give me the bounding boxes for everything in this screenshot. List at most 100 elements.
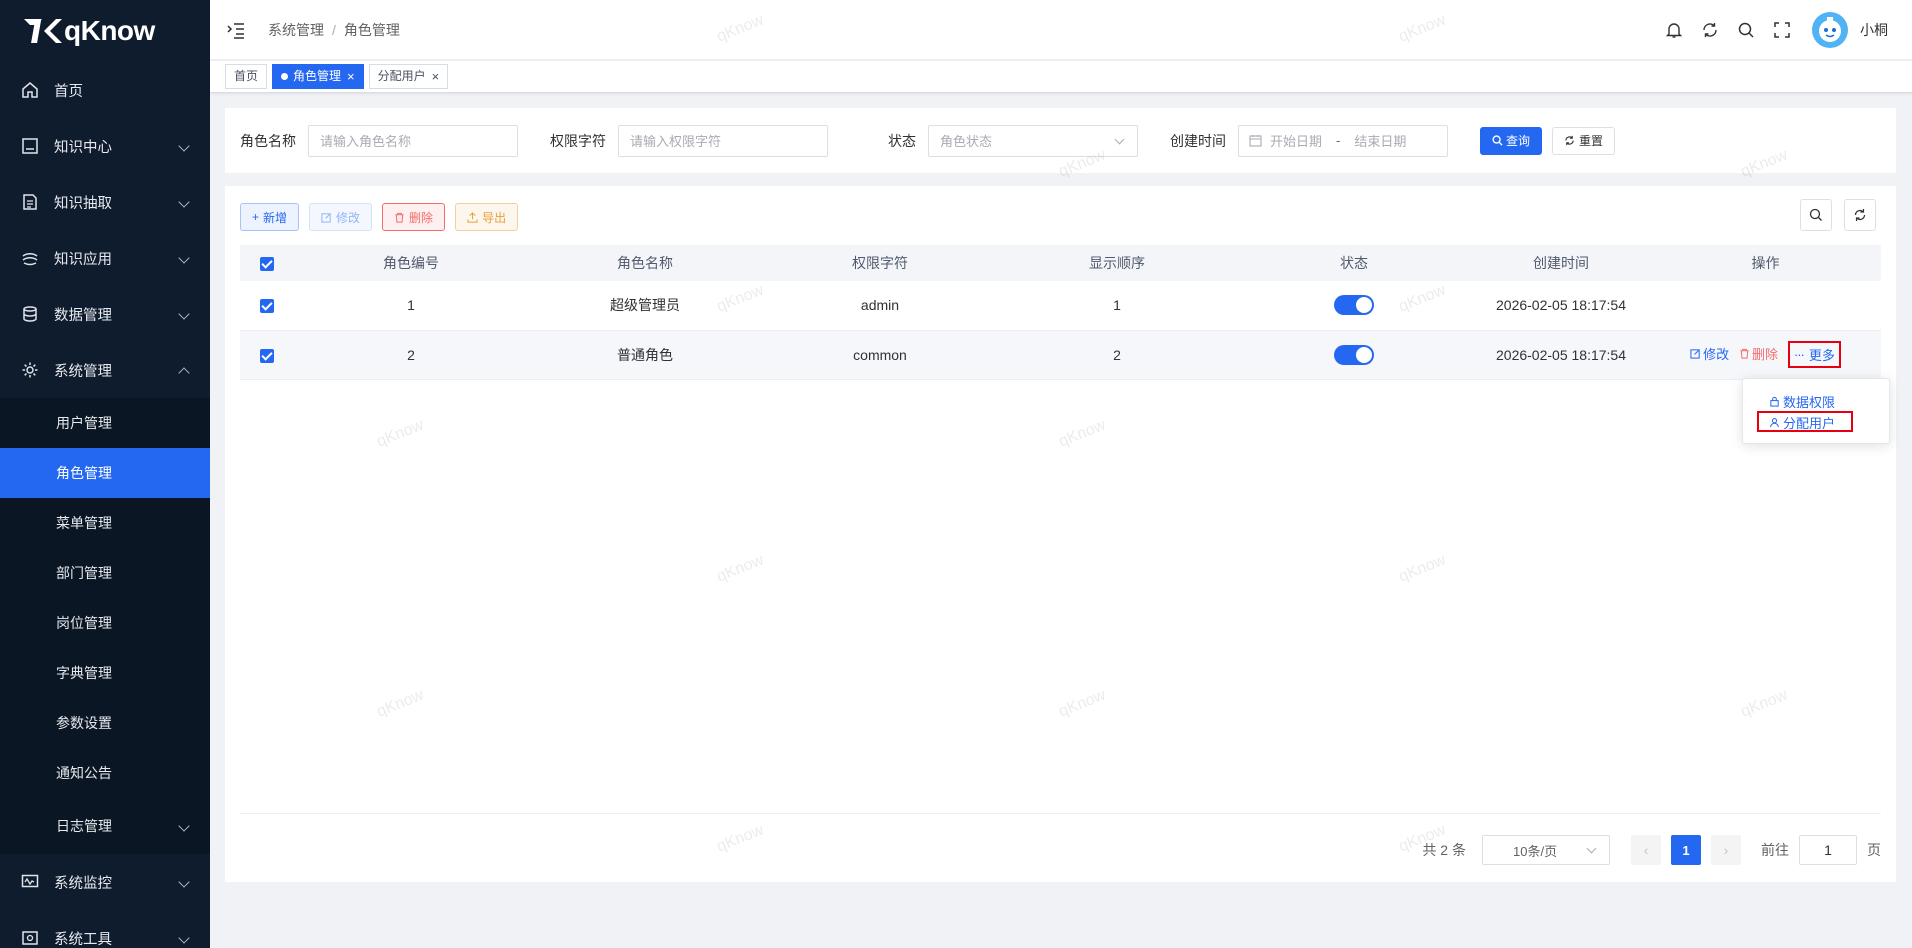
edit-icon <box>321 212 331 223</box>
status-select[interactable]: 角色状态 <box>928 124 1138 157</box>
query-button[interactable]: 查询 <box>1480 126 1543 155</box>
sidebar-item-label: 数据管理 <box>54 307 112 324</box>
created-time-cell: 2026-02-05 18:17:54 <box>1496 297 1626 314</box>
sidebar-item-dict-management[interactable]: 字典管理 <box>0 648 210 698</box>
page-unit-label: 页 <box>1867 842 1881 858</box>
sidebar-item-system-monitor[interactable]: 系统监控 <box>0 854 210 910</box>
button-label: 导出 <box>482 210 507 225</box>
sidebar-item-log-management[interactable]: 日志管理 <box>0 798 210 854</box>
row-more-button[interactable]: ··· 更多 <box>1787 341 1841 368</box>
date-range-picker[interactable]: 开始日期 - 结束日期 <box>1238 124 1448 157</box>
sidebar-item-label: 用户管理 <box>56 415 112 431</box>
table-right-tools <box>1788 199 1876 231</box>
sidebar-item-notice[interactable]: 通知公告 <box>0 748 210 798</box>
role-id-cell: 2 <box>407 346 415 363</box>
goto-page-input[interactable]: 1 <box>1799 835 1857 865</box>
actions-cell <box>1650 281 1881 330</box>
chevron-down-icon <box>178 932 190 944</box>
tag-assign-user[interactable]: 分配用户 × <box>368 64 449 89</box>
row-edit-button[interactable]: 修改 <box>1690 344 1729 363</box>
input-placeholder: 请输入权限字符 <box>630 134 722 149</box>
close-icon[interactable]: × <box>347 65 355 88</box>
sidebar-item-params[interactable]: 参数设置 <box>0 698 210 748</box>
breadcrumb-item[interactable]: 系统管理 <box>268 22 324 38</box>
next-page-button[interactable]: › <box>1711 835 1741 865</box>
chevron-down-icon <box>178 196 190 208</box>
perm-key-input[interactable]: 请输入权限字符 <box>618 124 828 157</box>
end-date-placeholder: 结束日期 <box>1354 134 1407 149</box>
sidebar-item-data-management[interactable]: 数据管理 <box>0 286 210 342</box>
delete-button[interactable]: 删除 <box>382 203 446 231</box>
username[interactable]: 小桐 <box>1860 20 1888 40</box>
role-name-input[interactable]: 请输入角色名称 <box>308 124 518 157</box>
actions-cell: 修改 删除 ··· 更多 <box>1650 330 1881 379</box>
select-all-checkbox[interactable] <box>260 257 274 272</box>
sidebar-toggle-icon[interactable] <box>226 20 246 40</box>
header-checkbox-cell <box>240 245 294 281</box>
sidebar-item-post-management[interactable]: 岗位管理 <box>0 598 210 648</box>
page-number-button[interactable]: 1 <box>1671 835 1701 865</box>
sidebar-item-knowledge-center[interactable]: 知识中心 <box>0 118 210 174</box>
checkbox-cell <box>240 281 294 330</box>
role-order-cell: 1 <box>1113 297 1121 314</box>
chevron-down-icon <box>1114 134 1125 144</box>
reset-button[interactable]: 重置 <box>1552 126 1616 155</box>
divider <box>240 813 1881 814</box>
system-submenu: 用户管理 角色管理 菜单管理 部门管理 岗位管理 字典管理 参数设置 通知公告 … <box>0 398 210 854</box>
sidebar-item-home[interactable]: 首页 <box>0 62 210 118</box>
monitor-icon <box>20 872 40 892</box>
edit-button[interactable]: 修改 <box>309 203 373 231</box>
role-key-cell: admin <box>860 297 900 314</box>
app-name: qKnow <box>64 15 155 46</box>
sidebar-item-menu-management[interactable]: 菜单管理 <box>0 498 210 548</box>
refresh-table-button[interactable] <box>1844 199 1876 231</box>
calendar-icon <box>1249 134 1262 147</box>
header-actions: 小桐 <box>1648 0 1888 60</box>
sidebar-item-label: 知识应用 <box>54 251 112 268</box>
add-button[interactable]: + 新增 <box>240 203 300 231</box>
more-actions-dropdown: 数据权限 分配用户 <box>1742 378 1890 444</box>
role-id-cell: 1 <box>407 297 415 314</box>
toggle-search-button[interactable] <box>1800 199 1832 231</box>
row-checkbox[interactable] <box>260 299 274 314</box>
checkbox-cell <box>240 330 294 379</box>
trash-icon <box>395 212 404 223</box>
app-logo[interactable]: qKnow <box>0 0 210 62</box>
bell-icon[interactable] <box>1664 20 1684 40</box>
prev-page-button[interactable]: ‹ <box>1631 835 1661 865</box>
button-label: 删除 <box>409 210 434 225</box>
status-switch[interactable] <box>1334 295 1374 316</box>
export-button[interactable]: 导出 <box>455 203 519 231</box>
avatar[interactable] <box>1812 12 1848 48</box>
dropdown-item-data-scope[interactable]: 数据权限 <box>1769 392 1835 411</box>
top-navbar: 系统管理 / 角色管理 小桐 <box>210 0 1912 60</box>
row-checkbox[interactable] <box>260 348 274 363</box>
sidebar-item-role-management[interactable]: 角色管理 <box>0 448 210 498</box>
sidebar-item-system-tools[interactable]: 系统工具 <box>0 910 210 948</box>
chevron-down-icon <box>178 252 190 264</box>
refresh-icon[interactable] <box>1700 20 1720 40</box>
dropdown-item-label: 数据权限 <box>1783 395 1836 410</box>
chevron-up-icon <box>178 367 190 379</box>
search-icon[interactable] <box>1736 20 1756 40</box>
sidebar-item-knowledge-app[interactable]: 知识应用 <box>0 230 210 286</box>
sidebar-item-knowledge-extract[interactable]: 知识抽取 <box>0 174 210 230</box>
sidebar-item-dept-management[interactable]: 部门管理 <box>0 548 210 598</box>
role-table-panel: +新增 修改 删除 导出 角色编号 角色名称 权限字符 显示顺序 状态 创建时 <box>225 186 1896 882</box>
search-icon <box>1809 208 1822 221</box>
page-size-select[interactable]: 10条/页 <box>1482 835 1610 865</box>
sidebar-item-system-management[interactable]: 系统管理 <box>0 342 210 398</box>
sidebar-item-user-management[interactable]: 用户管理 <box>0 398 210 448</box>
tag-role-management[interactable]: 角色管理 × <box>272 64 364 89</box>
button-label: 新增 <box>263 210 288 225</box>
sidebar-item-label: 角色管理 <box>56 465 112 481</box>
document-icon <box>20 136 40 156</box>
close-icon[interactable]: × <box>432 65 440 88</box>
row-delete-button[interactable]: 删除 <box>1739 344 1778 363</box>
database-icon <box>20 304 40 324</box>
tag-home[interactable]: 首页 <box>225 64 268 89</box>
status-switch[interactable] <box>1334 344 1374 365</box>
chevron-down-icon <box>178 876 190 888</box>
fullscreen-icon[interactable] <box>1772 20 1792 40</box>
column-header: 创建时间 <box>1533 255 1589 271</box>
